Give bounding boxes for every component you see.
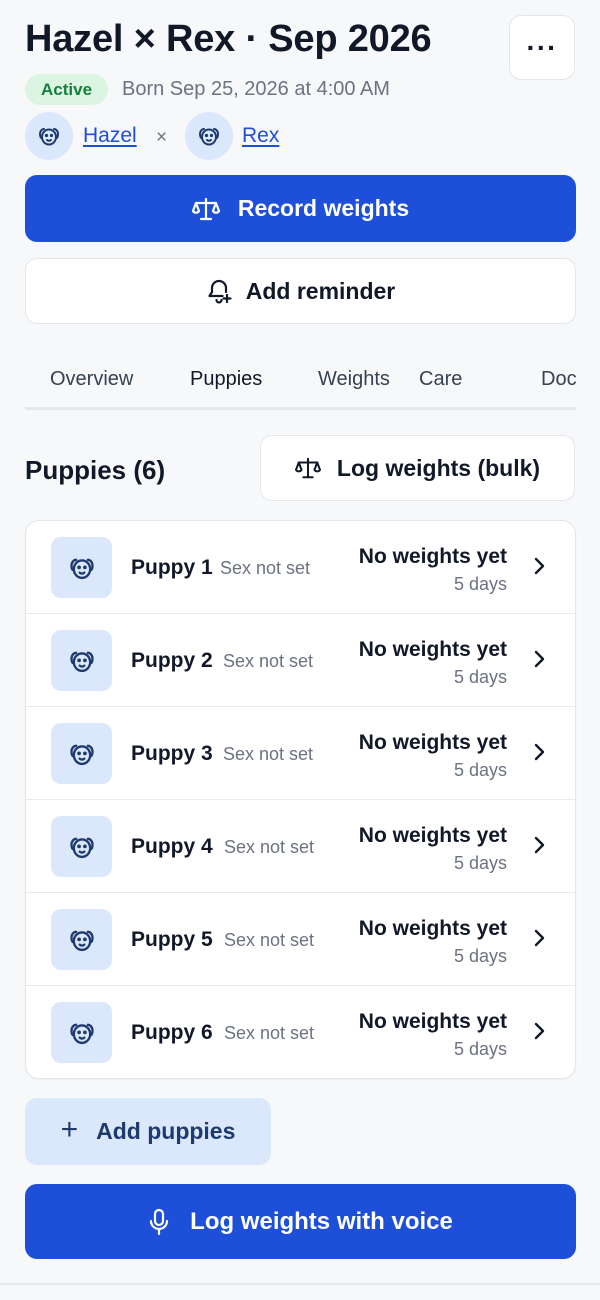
add-puppies-button[interactable]: + Add puppies	[25, 1098, 271, 1165]
puppy-row[interactable]: Puppy 6 Sex not set No weights yet 5 days	[26, 986, 575, 1078]
puppy-sex: Sex not set	[224, 930, 315, 950]
tab-bar: Overview Puppies Weights Care Documents	[25, 352, 576, 410]
puppy-age: 5 days	[453, 760, 507, 780]
dog-face-icon	[39, 128, 59, 146]
dog-face-icon	[69, 744, 94, 765]
dam-avatar	[25, 112, 73, 160]
puppy-weight-status: No weights yet	[358, 824, 507, 847]
puppy-row[interactable]: Puppy 5 Sex not set No weights yet 5 days	[26, 893, 575, 986]
puppy-avatar	[51, 630, 112, 691]
dog-face-icon	[69, 558, 94, 579]
puppy-list: Puppy 1 Sex not set No weights yet 5 days Pu…	[25, 520, 576, 1079]
puppy-age: 5 days	[453, 1039, 507, 1059]
puppy-name: Puppy 6	[131, 1021, 213, 1044]
parents-separator: ×	[156, 127, 168, 148]
dog-face-icon	[69, 1023, 94, 1044]
scale-icon	[294, 457, 321, 479]
more-options-button[interactable]: ···	[509, 15, 575, 80]
puppy-sex: Sex not set	[223, 651, 314, 671]
chevron-right-icon	[534, 929, 545, 947]
active-tab-indicator	[166, 407, 293, 410]
dog-face-icon	[199, 128, 219, 146]
log-weights-voice-button[interactable]: Log weights with voice	[25, 1184, 576, 1259]
page-title: Hazel × Rex · Sep 2026	[25, 18, 432, 60]
puppy-row[interactable]: Puppy 1 Sex not set No weights yet 5 days	[26, 521, 575, 614]
scale-icon	[191, 197, 220, 220]
bottom-divider	[0, 1283, 600, 1285]
record-weights-button[interactable]: Record weights	[25, 175, 576, 242]
puppy-weight-status: No weights yet	[358, 1010, 507, 1033]
log-weights-bulk-button[interactable]: Log weights (bulk)	[260, 435, 575, 501]
puppy-weight-status: No weights yet	[358, 545, 507, 568]
dog-face-icon	[69, 651, 94, 672]
add-puppies-label: Add puppies	[96, 1118, 236, 1144]
tab-overview[interactable]: Overview	[50, 368, 133, 391]
dam-link[interactable]: Hazel	[83, 124, 137, 148]
puppy-name: Puppy 4	[131, 835, 213, 858]
puppy-name: Puppy 3	[131, 742, 213, 765]
puppy-avatar	[51, 816, 112, 877]
puppy-avatar	[51, 909, 112, 970]
microphone-icon	[150, 1208, 169, 1235]
puppy-weight-status: No weights yet	[358, 731, 507, 754]
status-badge: Active	[25, 74, 109, 105]
sire-link[interactable]: Rex	[242, 124, 279, 148]
puppy-weight-status: No weights yet	[358, 638, 507, 661]
tab-weights[interactable]: Weights	[318, 368, 390, 391]
tab-care[interactable]: Care	[419, 368, 462, 391]
born-date: Born Sep 25, 2026 at 4:00 AM	[122, 78, 390, 100]
log-weights-voice-label: Log weights with voice	[190, 1207, 453, 1235]
sire-avatar	[185, 112, 233, 160]
chevron-right-icon	[534, 836, 545, 854]
puppy-sex: Sex not set	[220, 558, 311, 578]
puppy-row[interactable]: Puppy 4 Sex not set No weights yet 5 days	[26, 800, 575, 893]
puppy-avatar	[51, 1002, 112, 1063]
log-weights-bulk-label: Log weights (bulk)	[336, 454, 541, 481]
puppy-avatar	[51, 537, 112, 598]
puppy-sex: Sex not set	[224, 1023, 315, 1043]
puppy-age: 5 days	[453, 946, 507, 966]
chevron-right-icon	[534, 1022, 545, 1040]
puppies-section-title: Puppies (6)	[25, 455, 166, 485]
plus-icon: +	[60, 1113, 79, 1146]
puppy-name: Puppy 1	[131, 556, 213, 579]
bell-plus-icon	[208, 279, 232, 304]
puppy-row[interactable]: Puppy 3 Sex not set No weights yet 5 days	[26, 707, 575, 800]
add-reminder-button[interactable]: Add reminder	[25, 258, 576, 324]
puppy-age: 5 days	[453, 853, 507, 873]
puppy-age: 5 days	[453, 574, 507, 594]
puppy-age: 5 days	[453, 667, 507, 687]
puppy-name: Puppy 5	[131, 928, 213, 951]
puppy-sex: Sex not set	[223, 744, 314, 764]
tab-documents[interactable]: Documents	[541, 368, 576, 391]
puppy-weight-status: No weights yet	[358, 917, 507, 940]
tab-puppies[interactable]: Puppies	[190, 368, 262, 391]
puppy-row[interactable]: Puppy 2 Sex not set No weights yet 5 days	[26, 614, 575, 707]
puppy-name: Puppy 2	[131, 649, 213, 672]
add-reminder-label: Add reminder	[245, 277, 396, 304]
puppy-avatar	[51, 723, 112, 784]
chevron-right-icon	[534, 743, 545, 761]
record-weights-label: Record weights	[237, 195, 410, 221]
puppy-sex: Sex not set	[224, 837, 315, 857]
chevron-right-icon	[534, 557, 545, 575]
dog-face-icon	[69, 837, 94, 858]
dog-face-icon	[69, 930, 94, 951]
chevron-right-icon	[534, 650, 545, 668]
